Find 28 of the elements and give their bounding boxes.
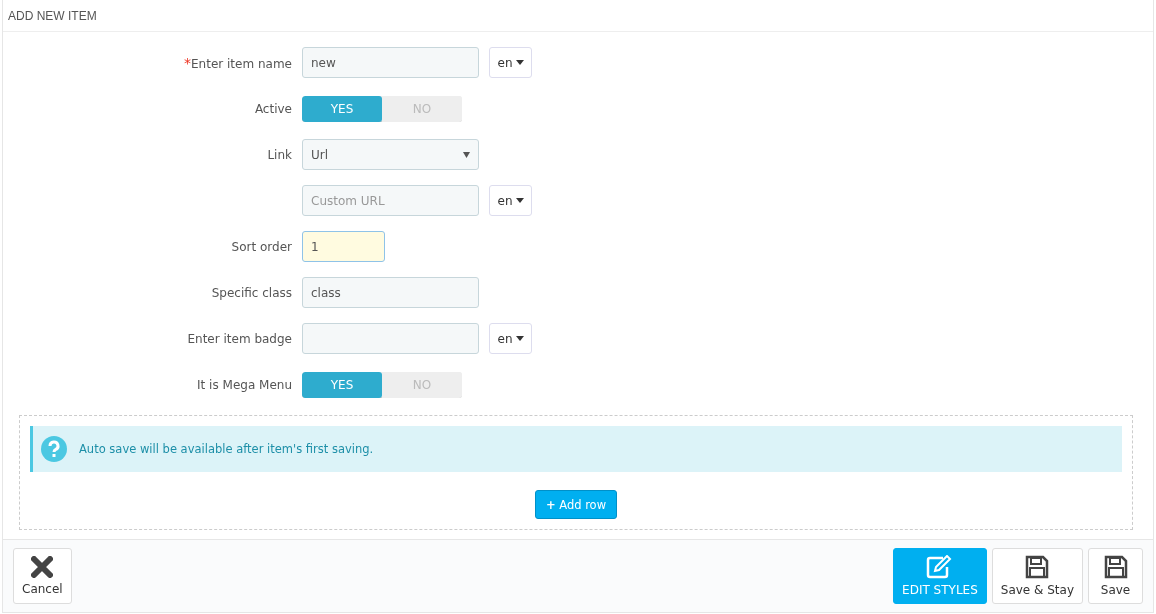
field-label: Link	[267, 147, 292, 162]
footer-button[interactable]: Save & Stay	[991, 548, 1083, 604]
field-label: Active	[254, 101, 292, 116]
field-label: *Enter item name	[184, 56, 292, 71]
caret-icon	[515, 336, 524, 341]
caret-icon	[515, 60, 524, 65]
footer-button[interactable]: Cancel	[13, 548, 72, 604]
language-dropdown[interactable]: en	[489, 185, 532, 216]
panel-title: ADD NEW ITEM	[8, 8, 97, 23]
language-dropdown[interactable]: en	[489, 323, 532, 354]
text-field[interactable]: Custom URL	[302, 185, 479, 216]
caret-icon	[515, 198, 524, 203]
footer-button[interactable]: Save	[1088, 548, 1143, 604]
field-label: Enter item badge	[187, 331, 292, 346]
text-field[interactable]	[302, 323, 479, 354]
text-field[interactable]: new	[302, 47, 479, 78]
field-label: Sort order	[231, 239, 292, 254]
edit-icon	[925, 555, 954, 579]
notice-text: Auto save will be available after item's first saving.	[79, 442, 374, 456]
text-field[interactable]: class	[302, 277, 479, 308]
link-dropdown[interactable]: Url	[302, 139, 479, 170]
field-label: Specific class	[211, 285, 292, 300]
question-icon	[41, 436, 67, 462]
caret-icon	[463, 151, 470, 158]
close-icon	[31, 556, 54, 578]
language-dropdown[interactable]: en	[489, 47, 532, 78]
field-label: It is Mega Menu	[197, 377, 292, 392]
number-field[interactable]: 1	[302, 231, 385, 262]
